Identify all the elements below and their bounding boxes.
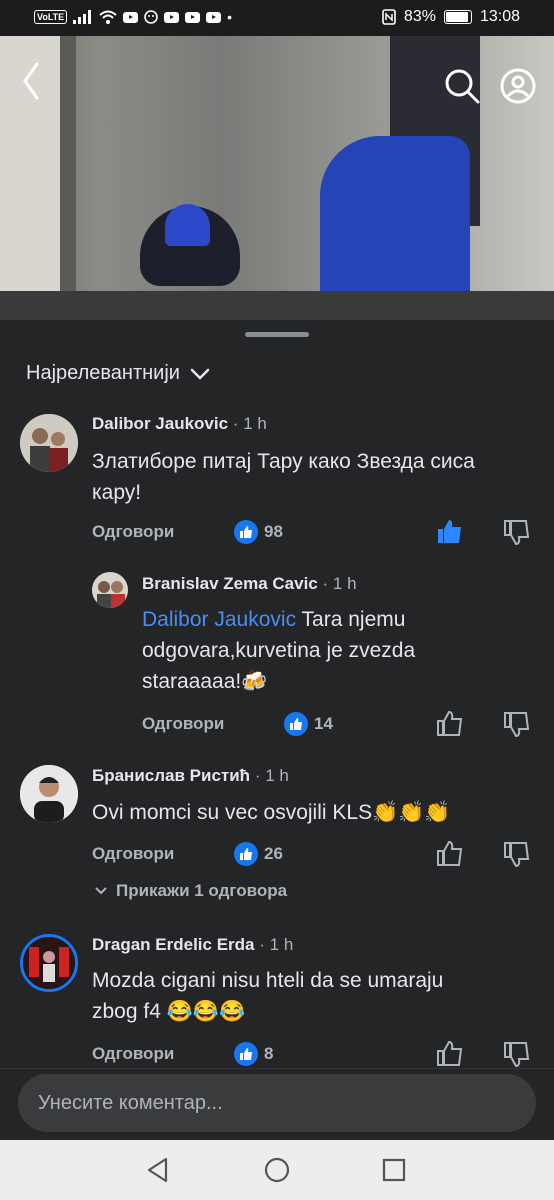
dislike-icon[interactable] bbox=[503, 1040, 531, 1068]
show-replies-button[interactable]: Прикажи 1 одговора bbox=[94, 881, 287, 901]
comment-time: · 1 h bbox=[322, 574, 357, 593]
comment-author[interactable]: Dalibor Jaukovic · 1 h bbox=[92, 414, 267, 434]
reply-button[interactable]: Одговори bbox=[92, 844, 174, 864]
youtube-notification-icon bbox=[185, 11, 201, 23]
like-icon[interactable] bbox=[436, 1040, 464, 1068]
comment-author[interactable]: Dragan Erdelic Erda · 1 h bbox=[92, 935, 293, 955]
search-icon[interactable] bbox=[442, 66, 482, 106]
author-name[interactable]: Dragan Erdelic Erda bbox=[92, 935, 255, 954]
more-notifications-icon: • bbox=[227, 9, 233, 25]
like-count: 26 bbox=[234, 842, 283, 866]
like-icon[interactable] bbox=[436, 710, 464, 738]
like-count: 98 bbox=[234, 520, 283, 544]
chevron-down-icon bbox=[190, 368, 210, 380]
author-name[interactable]: Dalibor Jaukovic bbox=[92, 414, 228, 433]
like-badge-icon bbox=[284, 712, 308, 736]
signal-icon bbox=[73, 10, 92, 24]
like-icon[interactable] bbox=[436, 518, 464, 546]
profile-icon[interactable] bbox=[498, 66, 538, 106]
comment-text: Mozda cigani nisu hteli da se umaraju zb… bbox=[92, 969, 444, 1023]
comment-time: · 1 h bbox=[232, 414, 267, 433]
like-icon[interactable] bbox=[436, 840, 464, 868]
comment-time: · 1 h bbox=[254, 766, 289, 785]
like-count: 14 bbox=[284, 712, 333, 736]
battery-icon bbox=[443, 10, 472, 24]
volte-icon: VoLTE bbox=[34, 10, 68, 24]
chevron-down-icon bbox=[95, 887, 107, 895]
back-nav-icon[interactable] bbox=[142, 1154, 174, 1186]
status-bar: VoLTE • 83% 13:08 bbox=[0, 0, 554, 36]
back-arrow-icon[interactable] bbox=[18, 56, 44, 106]
comment-author[interactable]: Бранислав Ристић · 1 h bbox=[92, 766, 289, 786]
comment-text: Ovi momci su vec osvojili KLS👏👏👏 bbox=[92, 801, 451, 824]
system-nav-bar bbox=[0, 1140, 554, 1200]
author-name[interactable]: Branislav Zema Cavic bbox=[142, 574, 318, 593]
clock: 13:08 bbox=[479, 8, 520, 25]
reply-button[interactable]: Одговори bbox=[142, 714, 224, 734]
sort-dropdown[interactable]: Најрелевантнији bbox=[26, 362, 210, 385]
comment-input[interactable]: Унесите коментар... bbox=[18, 1074, 536, 1132]
dislike-icon[interactable] bbox=[503, 840, 531, 868]
dislike-icon[interactable] bbox=[503, 518, 531, 546]
sort-label: Најрелевантнији bbox=[26, 362, 180, 384]
comment-text: Dalibor Jaukovic Tara njemu odgovara,kur… bbox=[142, 608, 416, 693]
app-notification-icon bbox=[144, 10, 158, 24]
comment-author[interactable]: Branislav Zema Cavic · 1 h bbox=[142, 574, 357, 594]
like-badge-icon bbox=[234, 1042, 258, 1066]
youtube-notification-icon bbox=[206, 11, 222, 23]
recents-nav-icon[interactable] bbox=[378, 1154, 410, 1186]
comment-text: Златиборе питај Тару како Звезда сиса ка… bbox=[92, 450, 475, 504]
youtube-notification-icon bbox=[123, 11, 139, 23]
avatar[interactable] bbox=[20, 414, 78, 472]
avatar[interactable] bbox=[92, 572, 128, 608]
battery-percent: 83% bbox=[403, 8, 436, 25]
video-player[interactable] bbox=[0, 36, 554, 320]
youtube-notification-icon bbox=[164, 11, 180, 23]
nfc-icon bbox=[382, 9, 396, 25]
comment-time: · 1 h bbox=[259, 935, 294, 954]
dislike-icon[interactable] bbox=[503, 710, 531, 738]
reply-button[interactable]: Одговори bbox=[92, 1044, 174, 1064]
sheet-drag-handle[interactable] bbox=[245, 332, 309, 337]
like-badge-icon bbox=[234, 520, 258, 544]
mention-link[interactable]: Dalibor Jaukovic bbox=[142, 608, 296, 631]
like-count: 8 bbox=[234, 1042, 273, 1066]
avatar[interactable] bbox=[20, 934, 78, 992]
avatar[interactable] bbox=[20, 765, 78, 823]
like-badge-icon bbox=[234, 842, 258, 866]
wifi-icon bbox=[99, 10, 117, 24]
author-name[interactable]: Бранислав Ристић bbox=[92, 766, 250, 785]
home-nav-icon[interactable] bbox=[261, 1154, 293, 1186]
reply-button[interactable]: Одговори bbox=[92, 522, 174, 542]
